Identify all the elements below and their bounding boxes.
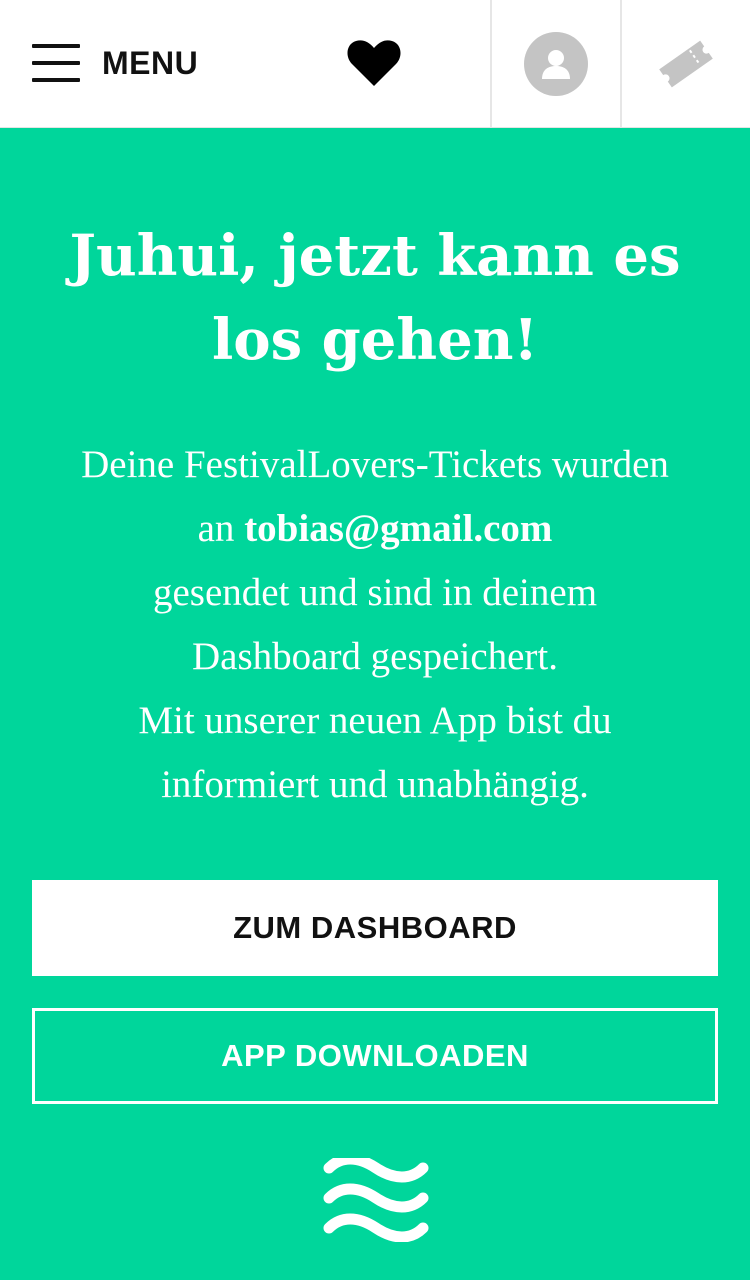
message-line: Deine FestivalLovers-Tickets wurden (81, 443, 669, 486)
confirmation-headline: Juhui, jetzt kann es los gehen! (40, 214, 710, 382)
message-line: Dashboard gespeichert. (191, 635, 559, 678)
recipient-email: tobias@gmail.com (244, 507, 553, 550)
message-line: gesendet und sind in deinem (152, 571, 598, 614)
app-download-button[interactable]: APP DOWNLOADEN (32, 1008, 718, 1104)
tickets-button[interactable] (622, 0, 750, 128)
menu-label: MENU (102, 44, 199, 81)
top-navigation-bar: MENU (0, 0, 750, 128)
avatar (524, 32, 588, 96)
account-button[interactable] (492, 0, 620, 128)
heart-icon[interactable] (347, 38, 401, 88)
headline-line: Juhui, jetzt kann es (69, 223, 681, 289)
waves-icon (323, 1158, 429, 1242)
message-line-email: an tobias@gmail.com (20, 497, 730, 561)
ticket-icon (659, 40, 713, 88)
confirmation-message: Deine FestivalLovers-Tickets wurden an t… (20, 433, 730, 817)
headline-line: los gehen! (211, 307, 539, 373)
message-line: informiert und unabhängig. (161, 763, 589, 806)
menu-button[interactable]: MENU (32, 40, 198, 86)
message-prefix: an (197, 507, 245, 550)
user-avatar-icon (542, 50, 570, 79)
hamburger-icon (32, 44, 80, 82)
dashboard-button[interactable]: ZUM DASHBOARD (32, 880, 718, 976)
message-line: Mit unserer neuen App bist du (138, 699, 612, 742)
